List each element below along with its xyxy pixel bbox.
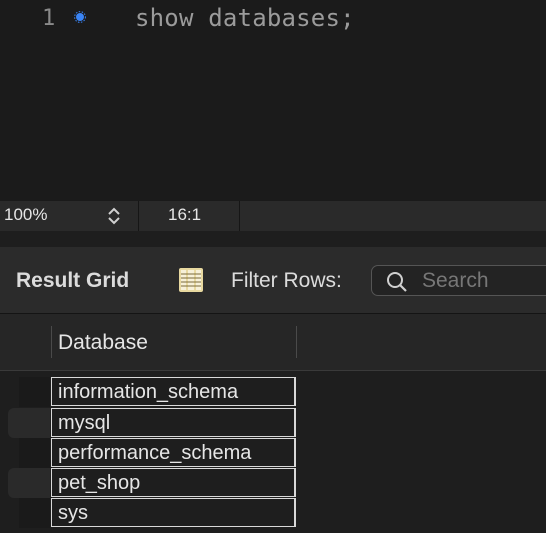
column-divider[interactable] [51,326,52,358]
table-cell[interactable]: pet_shop [51,468,296,497]
column-divider[interactable] [296,326,297,358]
filter-search-box[interactable] [371,265,546,296]
table-cell[interactable]: sys [51,498,296,527]
filter-search-input[interactable] [422,268,546,294]
row-selector[interactable] [19,498,50,528]
table-cell[interactable]: performance_schema [51,438,296,467]
cursor-position: 16:1 [168,205,202,224]
status-separator [138,201,139,231]
editor-statusbar: 100% 16:1 [0,200,546,231]
table-cell[interactable]: information_schema [51,377,296,406]
line-number: 1 [42,6,56,31]
table-row[interactable]: pet_shop [0,468,546,498]
zoom-level: 100% [4,205,48,224]
column-header-database[interactable]: Database [58,331,148,355]
result-grid-title[interactable]: Result Grid [16,269,129,293]
table-row[interactable]: performance_schema [0,438,546,468]
table-cell[interactable]: mysql [51,408,296,437]
result-grid[interactable]: Database information_schema mysql perfor… [0,314,546,533]
table-row[interactable]: information_schema [0,377,546,407]
sql-editor[interactable]: 1 show databases; [0,0,546,200]
row-selector[interactable] [19,438,50,468]
grid-header: Database [0,314,546,371]
breakpoint-dot-icon[interactable] [74,11,86,23]
filter-rows-label: Filter Rows: [231,269,342,292]
row-selector[interactable] [8,408,50,438]
table-row[interactable]: mysql [0,408,546,438]
code-line[interactable]: show databases; [135,4,355,32]
table-row[interactable]: sys [0,498,546,528]
status-separator [239,201,240,231]
row-selector[interactable] [8,468,50,498]
search-icon [387,272,407,292]
grid-columns-icon[interactable] [178,267,204,293]
row-selector[interactable] [19,377,50,407]
panel-gap [0,231,546,247]
chevron-updown-icon[interactable] [105,205,123,227]
result-toolbar: Result Grid Filter Rows: [0,247,546,314]
